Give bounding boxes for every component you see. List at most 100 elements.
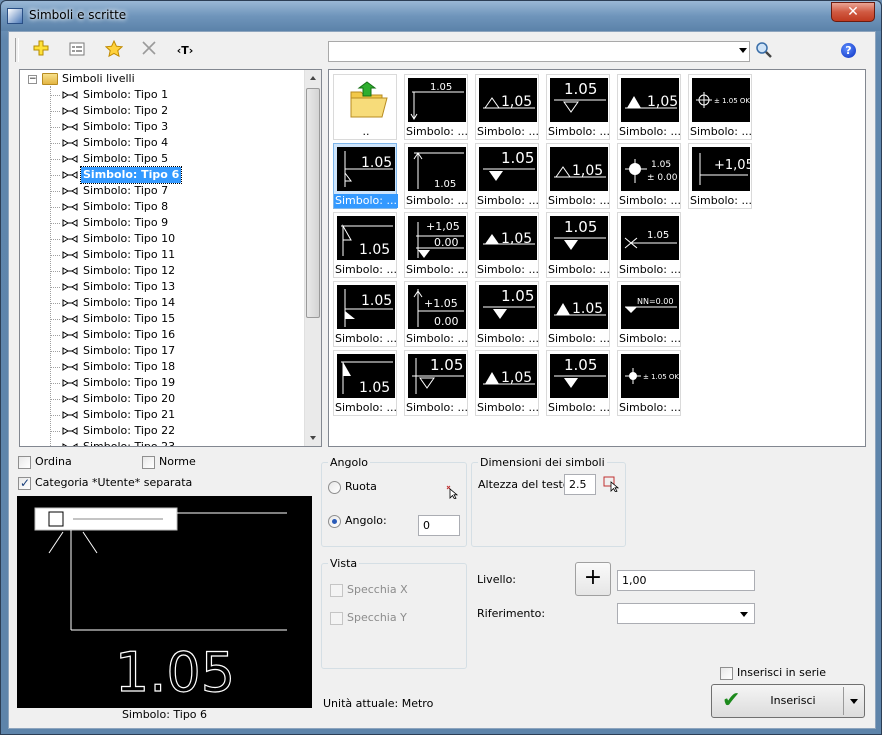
symbol-thumbnail: +1,05 bbox=[692, 147, 750, 191]
symbol-tile[interactable]: 1.05 Simbolo: ... bbox=[333, 281, 397, 347]
pick-height-icon[interactable] bbox=[603, 476, 621, 493]
tile-caption: Simbolo: ... bbox=[335, 263, 397, 276]
tree-item[interactable]: Simbolo: Tipo 19 bbox=[20, 375, 305, 391]
symbol-tile[interactable]: 1.05 Simbolo: ... bbox=[546, 74, 610, 140]
scroll-thumb[interactable] bbox=[306, 88, 320, 318]
close-button[interactable]: ✕ bbox=[831, 2, 875, 22]
svg-text:+1,05: +1,05 bbox=[714, 158, 750, 173]
angolo-input[interactable]: 0 bbox=[418, 515, 460, 536]
chevron-down-icon[interactable] bbox=[850, 699, 858, 704]
symbol-tile[interactable]: 1.05 Simbolo: ... bbox=[404, 143, 468, 209]
tree-connector bbox=[50, 127, 60, 128]
pick-angle-icon[interactable] bbox=[444, 483, 462, 500]
add-icon[interactable] bbox=[30, 40, 52, 62]
star-icon[interactable] bbox=[103, 39, 125, 62]
tree-item[interactable]: Simbolo: Tipo 7 bbox=[20, 183, 305, 199]
collapse-icon[interactable]: − bbox=[28, 75, 37, 84]
search-combo[interactable] bbox=[328, 41, 750, 62]
tree-item[interactable]: Simbolo: Tipo 8 bbox=[20, 199, 305, 215]
tree-scrollbar[interactable] bbox=[304, 70, 321, 446]
grid-parent-folder[interactable]: .. bbox=[333, 74, 397, 140]
add-level-button[interactable]: + bbox=[575, 562, 611, 596]
inserisci-button[interactable]: ✔ Inserisci bbox=[711, 684, 865, 718]
tree-item[interactable]: Simbolo: Tipo 21 bbox=[20, 407, 305, 423]
checkbox-box[interactable] bbox=[720, 667, 733, 680]
delete-icon[interactable] bbox=[138, 40, 160, 62]
tree-item[interactable]: Simbolo: Tipo 22 bbox=[20, 423, 305, 439]
livello-input[interactable]: 1,00 bbox=[617, 570, 755, 591]
symbol-tile[interactable]: 1,05 Simbolo: ... bbox=[617, 74, 681, 140]
search-icon[interactable] bbox=[755, 41, 775, 61]
symbol-tile[interactable]: 1.05 Simbolo: ... bbox=[546, 350, 610, 416]
checkbox-box[interactable] bbox=[142, 456, 155, 469]
tree-item[interactable]: Simbolo: Tipo 14 bbox=[20, 295, 305, 311]
title-bar[interactable]: Simboli e scritte ✕ bbox=[1, 1, 881, 31]
scroll-up-icon[interactable] bbox=[310, 76, 316, 80]
tree-item[interactable]: Simbolo: Tipo 9 bbox=[20, 215, 305, 231]
tree-connector bbox=[50, 159, 60, 160]
symbol-tile[interactable]: ± 1.05 OKFF Simbolo: ... bbox=[688, 74, 752, 140]
tree-root[interactable]: − Simboli livelli bbox=[20, 71, 300, 87]
symbol-tile[interactable]: 1.05 Simbolo: ... bbox=[546, 281, 610, 347]
symbol-tile[interactable]: 1.05 Simbolo: ... bbox=[333, 212, 397, 278]
altezza-input[interactable]: 2.5 bbox=[564, 474, 596, 495]
symbol-tile[interactable]: 1.05 Simbolo: ... bbox=[475, 281, 539, 347]
properties-icon[interactable] bbox=[66, 40, 88, 62]
tree-connector bbox=[50, 415, 60, 416]
symbol-tile[interactable]: 1.05 ± 0.00 Simbolo: ... bbox=[617, 143, 681, 209]
symbol-tile[interactable]: 1.05 Simbolo: ... bbox=[333, 350, 397, 416]
tree-item[interactable]: Simbolo: Tipo 16 bbox=[20, 327, 305, 343]
symbol-tile[interactable]: 1.05 Simbolo: ... bbox=[404, 350, 468, 416]
symbol-thumbnail: 1,05 bbox=[479, 216, 537, 260]
tree-item[interactable]: Simbolo: Tipo 12 bbox=[20, 263, 305, 279]
symbol-tile[interactable]: ± 1.05 OKFF Simbolo: ... bbox=[617, 350, 681, 416]
symbol-tile[interactable]: 1.05 Simbolo: ... bbox=[475, 143, 539, 209]
tree-item[interactable]: Simbolo: Tipo 10 bbox=[20, 231, 305, 247]
symbol-tile[interactable]: 1,05 Simbolo: ... bbox=[475, 74, 539, 140]
search-input[interactable] bbox=[329, 42, 724, 61]
tree-item[interactable]: Simbolo: Tipo 11 bbox=[20, 247, 305, 263]
radio-dot[interactable] bbox=[328, 515, 341, 528]
tree-item[interactable]: Simbolo: Tipo 3 bbox=[20, 119, 305, 135]
symbol-tile[interactable]: +1.05 0.00 Simbolo: ... bbox=[404, 281, 468, 347]
toolbar-grip[interactable] bbox=[15, 38, 19, 62]
checkbox-box[interactable] bbox=[18, 456, 31, 469]
symbol-tile[interactable]: 1,05 Simbolo: ... bbox=[475, 350, 539, 416]
symbol-grid[interactable]: .. 1.05 Simbolo: ... 1,05 Simbolo: ... 1.05 Si… bbox=[328, 69, 866, 447]
chevron-down-icon[interactable] bbox=[739, 48, 747, 53]
chevron-down-icon[interactable] bbox=[740, 612, 748, 617]
radio-dot[interactable] bbox=[328, 481, 341, 494]
tree-item[interactable]: Simbolo: Tipo 6 bbox=[20, 166, 305, 184]
symbol-tile[interactable]: +1,05 0.00 Simbolo: ... bbox=[404, 212, 468, 278]
tree-item[interactable]: Simbolo: Tipo 20 bbox=[20, 391, 305, 407]
tree-connector bbox=[50, 319, 60, 320]
svg-text:1,05: 1,05 bbox=[647, 94, 678, 110]
checkbox-box[interactable] bbox=[18, 475, 31, 491]
tree-item[interactable]: Simbolo: Tipo 5 bbox=[20, 151, 305, 167]
symbol-tile[interactable]: 1,05 Simbolo: ... bbox=[546, 143, 610, 209]
tree-item[interactable]: Simbolo: Tipo 13 bbox=[20, 279, 305, 295]
tree-item[interactable]: Simbolo: Tipo 4 bbox=[20, 135, 305, 151]
text-tag-icon[interactable]: ‹T› bbox=[174, 40, 196, 62]
scroll-down-icon[interactable] bbox=[310, 436, 316, 440]
symbol-tile[interactable]: +1,05 Simbolo: ... bbox=[688, 143, 752, 209]
symbol-thumbnail: 1.05 bbox=[408, 354, 466, 398]
riferimento-select[interactable] bbox=[617, 603, 755, 624]
symbol-tile[interactable]: 1,05 Simbolo: ... bbox=[475, 212, 539, 278]
symbol-tile[interactable]: 1.05 Simbolo: ... bbox=[404, 74, 468, 140]
tree-item[interactable]: Simbolo: Tipo 23 bbox=[20, 439, 305, 446]
tree-item[interactable]: Simbolo: Tipo 15 bbox=[20, 311, 305, 327]
symbol-tree[interactable]: − Simboli livelli Simbolo: Tipo 1 Simbolo… bbox=[19, 69, 322, 447]
tree-item[interactable]: Simbolo: Tipo 2 bbox=[20, 103, 305, 119]
tree-item[interactable]: Simbolo: Tipo 1 bbox=[20, 87, 305, 103]
tile-caption: Simbolo: ... bbox=[548, 401, 610, 414]
symbol-tile[interactable]: 1.05 Simbolo: ... bbox=[333, 143, 398, 209]
tree-item[interactable]: Simbolo: Tipo 17 bbox=[20, 343, 305, 359]
symbol-tile[interactable]: NN=0.00 Simbolo: ... bbox=[617, 281, 681, 347]
svg-text:1.05: 1.05 bbox=[501, 287, 534, 305]
tree-item[interactable]: Simbolo: Tipo 18 bbox=[20, 359, 305, 375]
symbol-tile[interactable]: 1.05 Simbolo: ... bbox=[617, 212, 681, 278]
symbol-tile[interactable]: 1.05 Simbolo: ... bbox=[546, 212, 610, 278]
help-icon[interactable]: ? bbox=[841, 43, 856, 58]
ordina-label: Ordina bbox=[35, 455, 72, 468]
